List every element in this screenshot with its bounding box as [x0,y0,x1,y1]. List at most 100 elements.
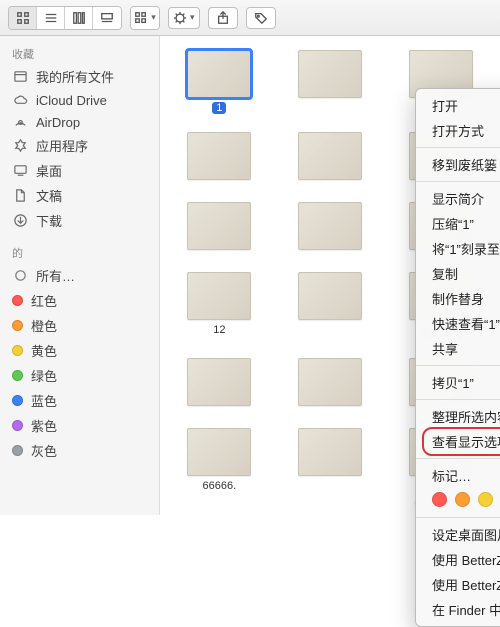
sidebar-item-label: AirDrop [36,115,80,130]
context-menu: 打开 打开方式 移到废纸篓 显示简介 压缩“1” 将“1”刻录至光盘… 复制 制… [415,88,500,627]
menu-open[interactable]: 打开 [416,93,500,118]
file-item[interactable] [279,272,382,340]
view-coverflow-button[interactable] [93,7,121,29]
tag-color-swatch[interactable] [478,492,493,507]
file-item[interactable] [279,132,382,184]
file-item[interactable]: 1 [168,50,271,114]
sidebar-item-label: 应用程序 [36,136,88,155]
tag-button[interactable] [246,7,276,29]
file-label: 12 [213,324,225,336]
all-tags-icon [12,268,28,284]
tag-dot-icon [12,395,23,406]
menu-set-desktop[interactable]: 设定桌面图片 [416,522,500,547]
share-button[interactable] [208,7,238,29]
menu-copy[interactable]: 拷贝“1” [416,370,500,395]
menu-separator [416,181,500,182]
sidebar-item-label: 所有… [36,266,75,285]
sidebar-item[interactable]: iCloud Drive [0,89,159,111]
icloud-icon [12,92,28,108]
view-list-button[interactable] [37,7,65,29]
tag-dot-icon [12,320,23,331]
file-item[interactable]: 66666. [168,428,271,496]
file-thumbnail [298,50,362,98]
menu-quicklook[interactable]: 快速查看“1” [416,311,500,336]
menu-compress[interactable]: 压缩“1” [416,211,500,236]
all-files-icon [12,69,28,85]
sidebar-item-label: 文稿 [36,186,62,205]
file-item[interactable] [168,358,271,410]
menu-betterzip-extract[interactable]: 使用 BetterZip 解压 [416,572,500,597]
view-mode-segment [8,6,122,30]
sidebar-section-favorites: 收藏 [0,42,159,64]
file-label: 66666. [203,480,237,492]
sidebar-item[interactable]: 下载 [0,208,159,233]
sidebar-tag-item[interactable]: 灰色 [0,438,159,463]
menu-separator [416,365,500,366]
sidebar-item-label: 蓝色 [31,391,57,410]
tag-dot-icon [12,420,23,431]
menu-open-with[interactable]: 打开方式 [416,118,500,143]
file-thumbnail [187,202,251,250]
file-thumbnail [298,428,362,476]
menu-trash[interactable]: 移到废纸篓 [416,152,500,177]
menu-betterzip-compress[interactable]: 使用 BetterZip 压缩 [416,547,500,572]
menu-get-info[interactable]: 显示简介 [416,186,500,211]
sidebar-tag-item[interactable]: 橙色 [0,313,159,338]
file-thumbnail [187,50,251,98]
menu-tag-colors [416,488,500,513]
tag-color-swatch[interactable] [455,492,470,507]
file-item[interactable] [168,202,271,254]
arrange-segment [130,6,160,30]
tag-dot-icon [12,370,23,381]
menu-cleanup[interactable]: 整理所选内容 [416,404,500,429]
sidebar-item[interactable]: 应用程序 [0,133,159,158]
documents-icon [12,188,28,204]
file-thumbnail [187,428,251,476]
menu-separator [416,147,500,148]
apps-icon [12,138,28,154]
arrange-button[interactable] [131,7,159,29]
action-menu-button[interactable] [168,7,200,29]
sidebar-tag-item[interactable]: 绿色 [0,363,159,388]
file-item[interactable] [279,428,382,496]
sidebar-item[interactable]: 文稿 [0,183,159,208]
menu-share[interactable]: 共享 [416,336,500,361]
sidebar-item[interactable]: 桌面 [0,158,159,183]
menu-separator [416,458,500,459]
view-icon-button[interactable] [9,7,37,29]
toolbar [0,0,500,36]
menu-tags-label: 标记… [416,463,500,488]
file-thumbnail [298,272,362,320]
sidebar-item-label: 红色 [31,291,57,310]
sidebar-item[interactable]: 我的所有文件 [0,64,159,89]
file-item[interactable] [279,202,382,254]
menu-reveal-finder[interactable]: 在 Finder 中显示 [416,597,500,622]
sidebar-item[interactable]: AirDrop [0,111,159,133]
view-column-button[interactable] [65,7,93,29]
file-item[interactable] [168,132,271,184]
file-item[interactable] [279,50,382,114]
tag-color-swatch[interactable] [432,492,447,507]
tag-dot-icon [12,445,23,456]
main: 收藏 我的所有文件iCloud DriveAirDrop应用程序桌面文稿下载 的… [0,36,500,515]
sidebar-tag-item[interactable]: 红色 [0,288,159,313]
file-thumbnail [298,358,362,406]
sidebar-item-label: 我的所有文件 [36,67,114,86]
file-label: 1 [212,102,226,114]
sidebar-tag-item[interactable]: 紫色 [0,413,159,438]
sidebar: 收藏 我的所有文件iCloud DriveAirDrop应用程序桌面文稿下载 的… [0,36,160,515]
airdrop-icon [12,114,28,130]
sidebar-all-tags[interactable]: 所有… [0,263,159,288]
menu-alias[interactable]: 制作替身 [416,286,500,311]
downloads-icon [12,213,28,229]
file-item[interactable] [279,358,382,410]
menu-view-options[interactable]: 查看显示选项 [416,429,500,454]
sidebar-item-label: 桌面 [36,161,62,180]
sidebar-tag-item[interactable]: 黄色 [0,338,159,363]
sidebar-tag-item[interactable]: 蓝色 [0,388,159,413]
menu-burn[interactable]: 将“1”刻录至光盘… [416,236,500,261]
menu-separator [416,399,500,400]
menu-duplicate[interactable]: 复制 [416,261,500,286]
file-item[interactable]: 12 [168,272,271,340]
file-thumbnail [187,358,251,406]
